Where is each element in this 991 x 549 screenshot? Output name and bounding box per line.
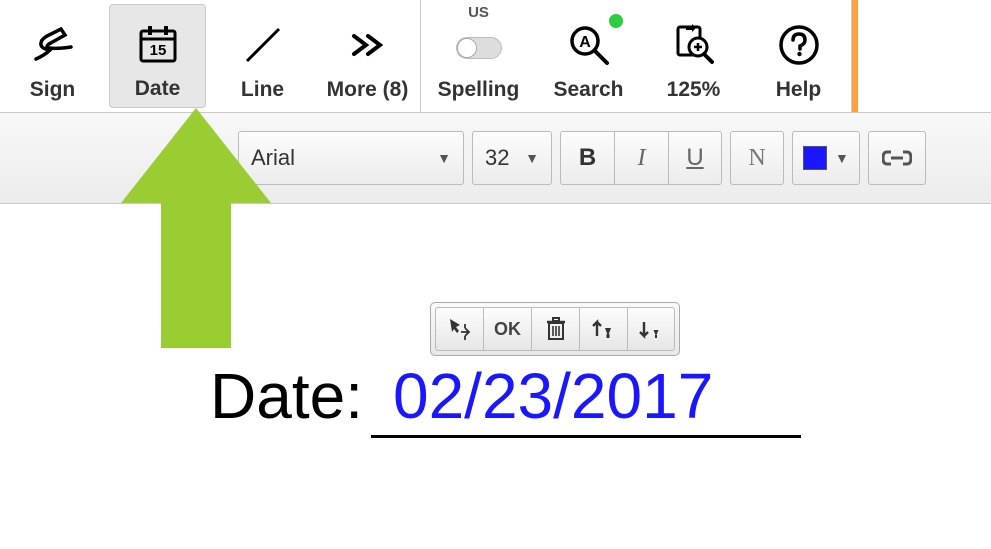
signature-icon bbox=[31, 20, 75, 70]
delete-button[interactable] bbox=[531, 307, 579, 351]
decrease-size-button[interactable] bbox=[627, 307, 675, 351]
italic-button[interactable]: I bbox=[614, 131, 668, 185]
format-toolbar: Arial ▼ 32 ▼ B I U N ▼ bbox=[0, 113, 991, 204]
notification-dot-icon bbox=[609, 14, 623, 28]
font-size-select[interactable]: 32 ▼ bbox=[472, 131, 552, 185]
field-edit-toolbar: OK bbox=[430, 302, 680, 356]
zoom-label: 125% bbox=[667, 78, 721, 102]
right-edge-strip bbox=[852, 0, 858, 112]
date-field-label: Date: bbox=[210, 359, 363, 433]
main-toolbar: Sign 15 Date Line bbox=[0, 0, 991, 113]
link-icon bbox=[882, 148, 912, 168]
date-field-value[interactable]: 02/23/2017 bbox=[371, 359, 801, 438]
spelling-locale: US bbox=[468, 4, 489, 21]
line-label: Line bbox=[241, 78, 284, 102]
normal-style-button[interactable]: N bbox=[730, 131, 784, 185]
svg-text:A: A bbox=[579, 34, 591, 51]
tools-group-annotation: Sign 15 Date Line bbox=[0, 0, 421, 112]
svg-text:15: 15 bbox=[149, 42, 166, 59]
line-icon bbox=[241, 20, 285, 70]
sign-button[interactable]: Sign bbox=[0, 0, 105, 112]
font-size-value: 32 bbox=[485, 145, 509, 171]
more-button[interactable]: More (8) bbox=[315, 0, 420, 112]
color-swatch-icon bbox=[803, 146, 827, 170]
font-select[interactable]: Arial ▼ bbox=[238, 131, 464, 185]
chevron-down-icon: ▼ bbox=[437, 150, 451, 166]
date-field-row: Date: 02/23/2017 bbox=[210, 359, 801, 438]
date-button[interactable]: 15 Date bbox=[109, 4, 206, 108]
move-icon bbox=[447, 316, 473, 342]
underline-button[interactable]: U bbox=[668, 131, 722, 185]
text-color-button[interactable]: ▼ bbox=[792, 131, 860, 185]
help-icon bbox=[777, 20, 821, 70]
spelling-label: Spelling bbox=[438, 78, 520, 102]
size-up-icon bbox=[591, 316, 617, 342]
help-button[interactable]: Help bbox=[746, 0, 851, 112]
search-icon: A bbox=[567, 20, 611, 70]
chevron-down-icon: ▼ bbox=[525, 150, 539, 166]
document-area: OK Date: bbox=[0, 204, 991, 284]
chevron-down-icon: ▼ bbox=[835, 150, 849, 166]
increase-size-button[interactable] bbox=[579, 307, 627, 351]
zoom-icon bbox=[672, 20, 716, 70]
move-button[interactable] bbox=[435, 307, 483, 351]
toggle-icon bbox=[456, 26, 502, 70]
text-style-group: B I U bbox=[560, 131, 722, 185]
trash-icon bbox=[545, 316, 567, 342]
line-button[interactable]: Line bbox=[210, 0, 315, 112]
date-label: Date bbox=[135, 77, 181, 101]
search-button[interactable]: A Search bbox=[536, 0, 641, 112]
insert-link-button[interactable] bbox=[868, 131, 926, 185]
more-icon bbox=[346, 20, 390, 70]
ok-button[interactable]: OK bbox=[483, 307, 531, 351]
bold-button[interactable]: B bbox=[560, 131, 614, 185]
format-spacer bbox=[8, 131, 230, 185]
search-label: Search bbox=[553, 78, 623, 102]
sign-label: Sign bbox=[30, 78, 76, 102]
tools-group-utility: US Spelling A Search bbox=[421, 0, 852, 112]
zoom-button[interactable]: 125% bbox=[641, 0, 746, 112]
spelling-button[interactable]: US Spelling bbox=[421, 0, 536, 112]
font-select-value: Arial bbox=[251, 145, 295, 171]
calendar-icon: 15 bbox=[137, 19, 179, 69]
more-label: More (8) bbox=[327, 78, 409, 102]
help-label: Help bbox=[776, 78, 822, 102]
size-down-icon bbox=[638, 316, 664, 342]
